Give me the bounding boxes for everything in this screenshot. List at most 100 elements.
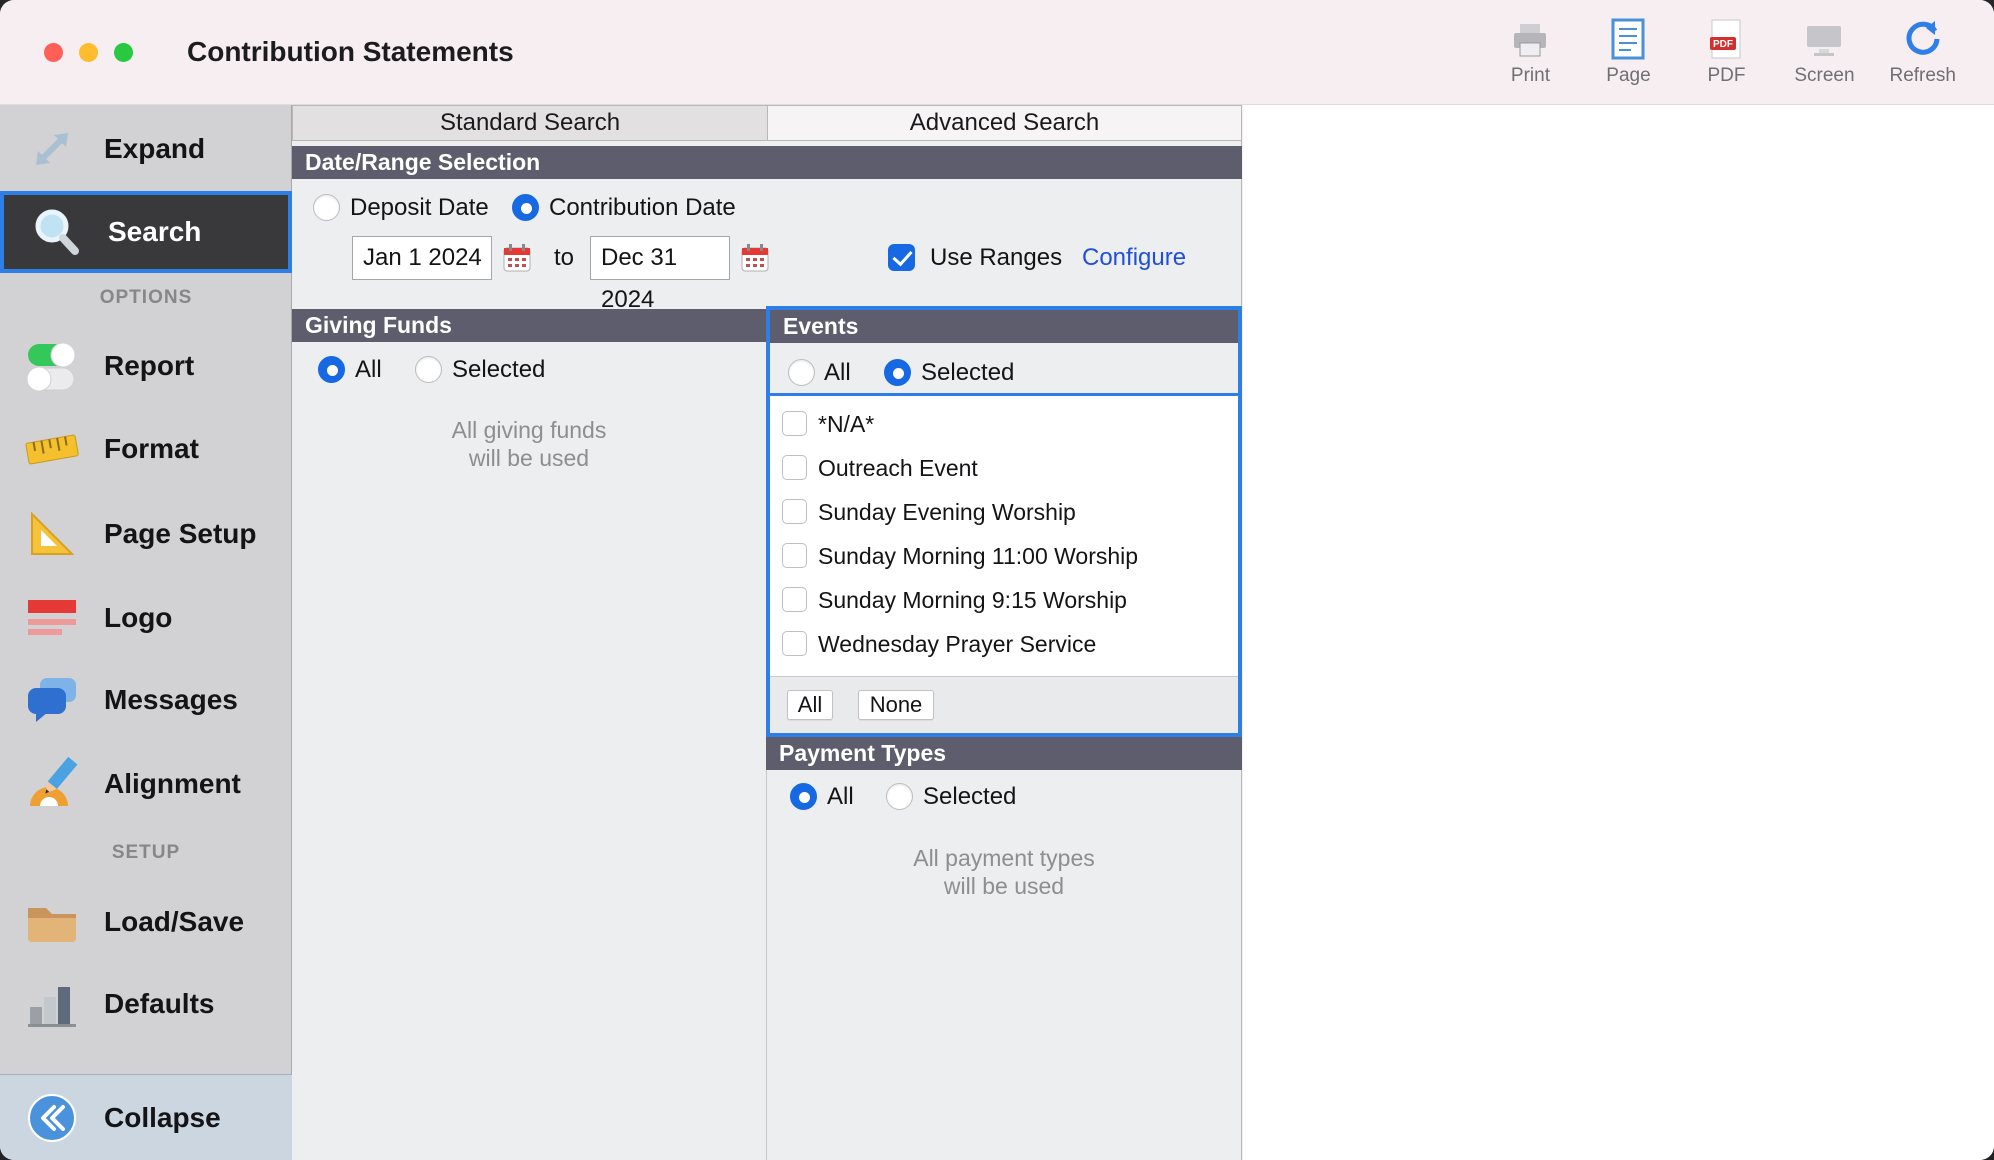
sidebar-item-label: Defaults xyxy=(104,988,214,1020)
sidebar-item-expand[interactable]: Expand xyxy=(0,107,292,191)
event-row[interactable]: Outreach Event xyxy=(770,446,1238,490)
zoom-window-button[interactable] xyxy=(114,43,133,62)
giving-funds-all-label: All xyxy=(355,355,382,385)
app-window: Contribution Statements Print Page PDF P… xyxy=(0,0,1994,1160)
date-fields-row: Jan 1 2024 to Dec 31 2024 Use Ranges Con… xyxy=(292,236,1242,280)
payment-types-mode-row: All Selected xyxy=(292,782,1242,812)
giving-funds-note-line2: will be used xyxy=(329,444,729,472)
expand-icon xyxy=(20,117,84,181)
payment-types-selected-radio[interactable] xyxy=(886,783,913,810)
events-list[interactable]: *N/A* Outreach Event Sunday Evening Wors… xyxy=(770,396,1238,676)
event-row[interactable]: Sunday Morning 11:00 Worship xyxy=(770,534,1238,578)
sidebar-item-load-save[interactable]: Load/Save xyxy=(0,880,292,964)
page-icon xyxy=(1611,12,1645,60)
use-ranges-checkbox[interactable] xyxy=(888,244,915,271)
giving-funds-selected-label: Selected xyxy=(452,355,545,385)
date-range-header: Date/Range Selection xyxy=(292,146,1242,179)
payment-types-note: All payment types will be used xyxy=(804,844,1204,900)
events-selected-label: Selected xyxy=(921,358,1014,388)
sidebar-item-logo[interactable]: Logo xyxy=(0,576,292,660)
pdf-icon: PDF xyxy=(1709,12,1743,60)
date-mode-row: Deposit Date Contribution Date xyxy=(292,193,1242,223)
pdf-button[interactable]: PDF PDF xyxy=(1693,12,1759,87)
format-ruler-icon xyxy=(20,417,84,481)
events-all-radio[interactable] xyxy=(788,359,815,386)
sidebar-item-label: Page Setup xyxy=(104,518,256,550)
payment-types-note-line2: will be used xyxy=(804,872,1204,900)
events-all-label: All xyxy=(824,358,851,388)
sidebar: Expand Search OPTIONS Report Format xyxy=(0,105,292,1160)
event-label: Wednesday Prayer Service xyxy=(818,622,1096,666)
printer-icon xyxy=(1508,12,1552,60)
date-to-label: to xyxy=(554,243,574,273)
events-select-none-button[interactable]: None xyxy=(858,690,934,720)
event-checkbox[interactable] xyxy=(782,587,807,612)
event-label: *N/A* xyxy=(818,402,874,446)
sidebar-item-label: Collapse xyxy=(104,1102,221,1134)
sidebar-item-messages[interactable]: Messages xyxy=(0,658,292,742)
event-checkbox[interactable] xyxy=(782,543,807,568)
report-icon xyxy=(20,334,84,398)
payment-types-all-label: All xyxy=(827,782,854,812)
event-checkbox[interactable] xyxy=(782,631,807,656)
giving-funds-note-line1: All giving funds xyxy=(329,416,729,444)
bar-chart-icon xyxy=(20,972,84,1036)
sidebar-item-label: Expand xyxy=(104,133,205,165)
events-header: Events xyxy=(770,310,1238,343)
refresh-button[interactable]: Refresh xyxy=(1889,12,1956,87)
page-button[interactable]: Page xyxy=(1595,12,1661,87)
pdf-label: PDF xyxy=(1707,65,1745,87)
sidebar-item-label: Format xyxy=(104,433,199,465)
to-date-field[interactable]: Dec 31 2024 xyxy=(590,236,730,280)
giving-funds-all-radio[interactable] xyxy=(318,356,345,383)
event-row[interactable]: Sunday Morning 9:15 Worship xyxy=(770,578,1238,622)
payment-types-all-radio[interactable] xyxy=(790,783,817,810)
page-label: Page xyxy=(1606,65,1650,87)
window-title: Contribution Statements xyxy=(187,36,514,68)
sidebar-item-alignment[interactable]: Alignment xyxy=(0,742,292,826)
sidebar-item-page-setup[interactable]: Page Setup xyxy=(0,492,292,576)
refresh-icon xyxy=(1902,12,1944,60)
event-checkbox[interactable] xyxy=(782,455,807,480)
print-label: Print xyxy=(1511,65,1550,87)
giving-funds-mode-row: All Selected xyxy=(292,355,766,385)
sidebar-item-defaults[interactable]: Defaults xyxy=(0,962,292,1046)
events-panel: Events All Selected *N/A* Outreach Event xyxy=(766,306,1242,737)
events-selected-radio[interactable] xyxy=(884,359,911,386)
event-label: Outreach Event xyxy=(818,446,978,490)
giving-funds-note: All giving funds will be used xyxy=(329,416,729,472)
events-buttons-strip: All None xyxy=(770,676,1238,733)
svg-text:PDF: PDF xyxy=(1713,39,1733,50)
print-button[interactable]: Print xyxy=(1497,12,1563,87)
from-calendar-icon[interactable] xyxy=(502,243,532,273)
events-select-all-button[interactable]: All xyxy=(787,690,833,720)
title-bar: Contribution Statements Print Page PDF P… xyxy=(0,0,1994,105)
giving-funds-selected-radio[interactable] xyxy=(415,356,442,383)
event-checkbox[interactable] xyxy=(782,499,807,524)
sidebar-item-label: Alignment xyxy=(104,768,241,800)
configure-link[interactable]: Configure xyxy=(1082,243,1186,273)
contribution-date-radio[interactable] xyxy=(512,194,539,221)
event-row[interactable]: Sunday Evening Worship xyxy=(770,490,1238,534)
sidebar-item-report[interactable]: Report xyxy=(0,324,292,408)
sidebar-item-search[interactable]: Search xyxy=(0,191,292,273)
minimize-window-button[interactable] xyxy=(79,43,98,62)
screen-button[interactable]: Screen xyxy=(1791,12,1857,87)
to-calendar-icon[interactable] xyxy=(740,243,770,273)
payment-types-note-line1: All payment types xyxy=(804,844,1204,872)
close-window-button[interactable] xyxy=(44,43,63,62)
giving-funds-header: Giving Funds xyxy=(292,309,766,342)
event-label: Sunday Morning 9:15 Worship xyxy=(818,578,1127,622)
event-row[interactable]: *N/A* xyxy=(770,402,1238,446)
events-mode-row: All Selected xyxy=(770,358,1238,388)
event-checkbox[interactable] xyxy=(782,411,807,436)
from-date-field[interactable]: Jan 1 2024 xyxy=(352,236,492,280)
collapse-icon xyxy=(20,1086,84,1150)
logo-icon xyxy=(20,586,84,650)
tab-standard-search[interactable]: Standard Search xyxy=(292,105,768,141)
tab-advanced-search[interactable]: Advanced Search xyxy=(767,105,1242,141)
sidebar-item-collapse[interactable]: Collapse xyxy=(0,1074,292,1160)
deposit-date-radio[interactable] xyxy=(313,194,340,221)
sidebar-item-format[interactable]: Format xyxy=(0,407,292,491)
event-row[interactable]: Wednesday Prayer Service xyxy=(770,622,1238,666)
